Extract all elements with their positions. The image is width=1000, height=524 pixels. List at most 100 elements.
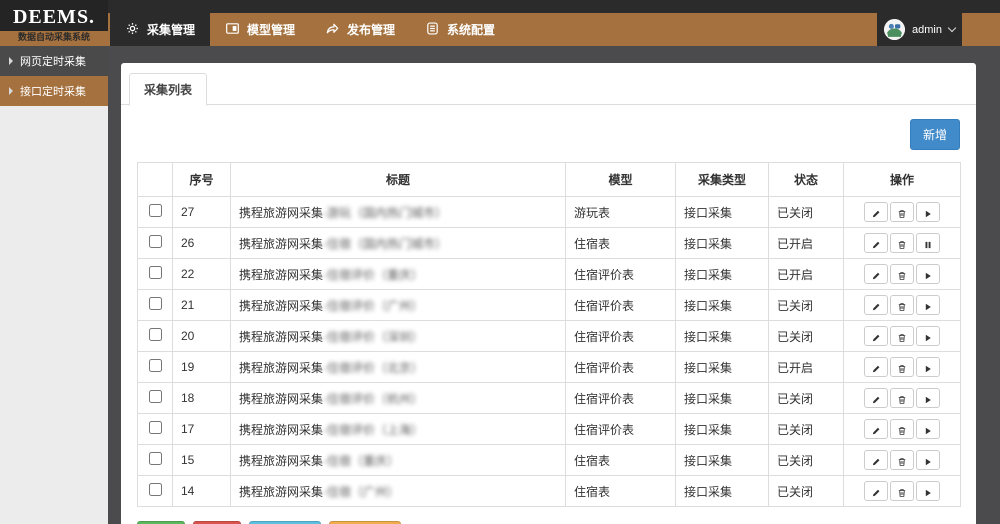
delete-icon xyxy=(897,331,907,346)
sidebar-item-接口定时采集[interactable]: 接口定时采集 xyxy=(0,76,108,106)
add-button[interactable]: 新增 xyxy=(910,119,960,150)
row-checkbox-cell xyxy=(138,259,173,290)
delete-button[interactable] xyxy=(890,326,914,346)
chevron-down-icon xyxy=(948,24,956,32)
table-row: 18携程旅游网采集-住宿评价（杭州）住宿评价表接口采集已关闭 xyxy=(138,383,961,414)
play-button[interactable] xyxy=(916,264,940,284)
table-row: 17携程旅游网采集-住宿评价（上海）住宿评价表接口采集已关闭 xyxy=(138,414,961,445)
row-status-cell: 已关闭 xyxy=(769,445,844,476)
nav-item-label: 系统配置 xyxy=(447,21,495,38)
edit-button[interactable] xyxy=(864,295,888,315)
edit-icon xyxy=(871,455,881,470)
delete-button[interactable] xyxy=(890,481,914,501)
row-checkbox[interactable] xyxy=(149,359,162,372)
row-actions-cell xyxy=(844,414,961,445)
nav-item-系统配置[interactable]: 系统配置 xyxy=(410,13,510,46)
delete-icon xyxy=(897,455,907,470)
play-button[interactable] xyxy=(916,481,940,501)
play-button[interactable] xyxy=(916,295,940,315)
user-menu[interactable]: admin xyxy=(877,13,962,46)
row-checkbox[interactable] xyxy=(149,235,162,248)
row-title-blurred: -游玩（国内热门城市） xyxy=(323,206,447,220)
row-id-cell: 14 xyxy=(173,476,231,507)
row-title-prefix: 携程旅游网采集 xyxy=(239,299,323,313)
row-id-cell: 17 xyxy=(173,414,231,445)
delete-button[interactable] xyxy=(890,233,914,253)
edit-button[interactable] xyxy=(864,419,888,439)
play-button[interactable] xyxy=(916,450,940,470)
play-button[interactable] xyxy=(916,388,940,408)
panel-body: 新增 序号标题模型采集类型状态操作 27携程旅游网采集-游玩（国内热门城市）游玩… xyxy=(121,105,976,524)
play-icon xyxy=(923,300,933,315)
edit-button[interactable] xyxy=(864,357,888,377)
edit-button[interactable] xyxy=(864,388,888,408)
tab-bar: 采集列表 xyxy=(121,63,976,105)
row-checkbox[interactable] xyxy=(149,452,162,465)
row-model-cell: 住宿评价表 xyxy=(566,290,676,321)
row-status-cell: 已关闭 xyxy=(769,290,844,321)
row-checkbox-cell xyxy=(138,414,173,445)
edit-icon xyxy=(871,331,881,346)
row-id-cell: 18 xyxy=(173,383,231,414)
edit-button[interactable] xyxy=(864,264,888,284)
row-id-cell: 15 xyxy=(173,445,231,476)
app-subtitle: 数据自动采集系统 xyxy=(0,31,108,46)
delete-button[interactable] xyxy=(890,264,914,284)
row-checkbox[interactable] xyxy=(149,328,162,341)
collection-table: 序号标题模型采集类型状态操作 27携程旅游网采集-游玩（国内热门城市）游玩表接口… xyxy=(137,162,961,507)
row-title-prefix: 携程旅游网采集 xyxy=(239,454,323,468)
row-title-cell: 携程旅游网采集-住宿（广州） xyxy=(231,476,566,507)
play-button[interactable] xyxy=(916,326,940,346)
edit-button[interactable] xyxy=(864,481,888,501)
row-model-cell: 住宿评价表 xyxy=(566,321,676,352)
delete-icon xyxy=(897,238,907,253)
sidebar-item-网页定时采集[interactable]: 网页定时采集 xyxy=(0,46,108,76)
row-checkbox[interactable] xyxy=(149,483,162,496)
row-checkbox[interactable] xyxy=(149,421,162,434)
row-checkbox-cell xyxy=(138,290,173,321)
nav-item-label: 发布管理 xyxy=(347,21,395,38)
row-type-cell: 接口采集 xyxy=(676,383,769,414)
row-status-cell: 已关闭 xyxy=(769,383,844,414)
row-title-cell: 携程旅游网采集-住宿评价（杭州） xyxy=(231,383,566,414)
play-button[interactable] xyxy=(916,202,940,222)
row-checkbox-cell xyxy=(138,476,173,507)
row-checkbox[interactable] xyxy=(149,266,162,279)
edit-button[interactable] xyxy=(864,450,888,470)
play-icon xyxy=(923,486,933,501)
edit-button[interactable] xyxy=(864,202,888,222)
play-button[interactable] xyxy=(916,419,940,439)
nav-item-label: 模型管理 xyxy=(247,21,295,38)
edit-button[interactable] xyxy=(864,233,888,253)
row-model-cell: 住宿表 xyxy=(566,445,676,476)
row-type-cell: 接口采集 xyxy=(676,445,769,476)
row-status-cell: 已关闭 xyxy=(769,414,844,445)
delete-button[interactable] xyxy=(890,295,914,315)
nav-item-模型管理[interactable]: 模型管理 xyxy=(210,13,310,46)
row-id-cell: 19 xyxy=(173,352,231,383)
nav-item-采集管理[interactable]: 采集管理 xyxy=(110,13,210,46)
username: admin xyxy=(912,24,942,36)
row-title-prefix: 携程旅游网采集 xyxy=(239,423,323,437)
row-checkbox[interactable] xyxy=(149,297,162,310)
column-header-序号: 序号 xyxy=(173,163,231,197)
row-actions-cell xyxy=(844,259,961,290)
row-status-cell: 已开启 xyxy=(769,228,844,259)
delete-button[interactable] xyxy=(890,419,914,439)
nav-item-发布管理[interactable]: 发布管理 xyxy=(310,13,410,46)
pause-button[interactable] xyxy=(916,233,940,253)
edit-button[interactable] xyxy=(864,326,888,346)
tab-collection-list[interactable]: 采集列表 xyxy=(129,73,207,106)
play-button[interactable] xyxy=(916,357,940,377)
delete-button[interactable] xyxy=(890,357,914,377)
delete-button[interactable] xyxy=(890,450,914,470)
delete-button[interactable] xyxy=(890,388,914,408)
delete-button[interactable] xyxy=(890,202,914,222)
row-checkbox[interactable] xyxy=(149,390,162,403)
delete-icon xyxy=(897,393,907,408)
row-title-prefix: 携程旅游网采集 xyxy=(239,485,323,499)
sidebar-item-label: 网页定时采集 xyxy=(20,53,86,69)
caret-right-icon xyxy=(9,87,13,95)
row-checkbox[interactable] xyxy=(149,204,162,217)
row-type-cell: 接口采集 xyxy=(676,476,769,507)
